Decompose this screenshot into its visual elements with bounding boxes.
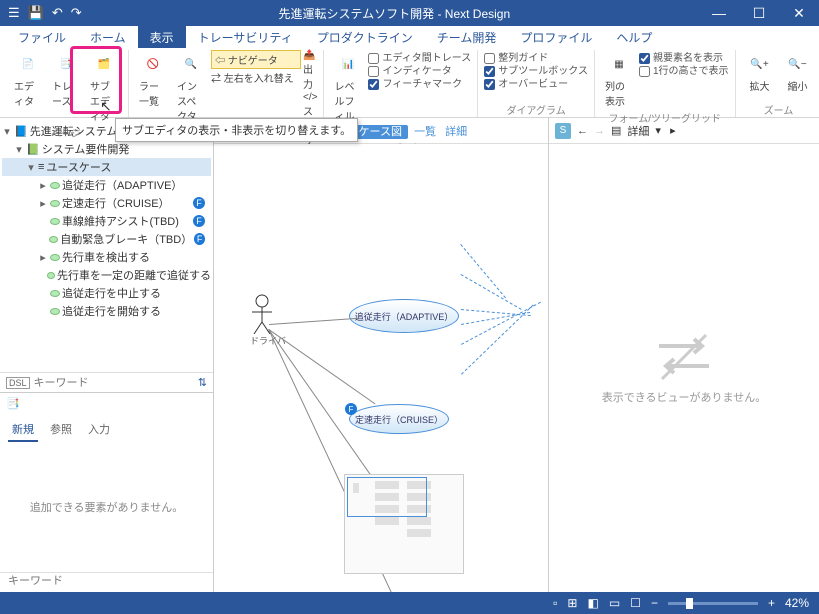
keyword-bar: DSL ⇅ [0, 372, 213, 392]
chk-editor-trace[interactable]: エディタ間トレース [368, 52, 471, 65]
zoom-out-button[interactable]: 🔍−縮小 [780, 50, 816, 95]
swap-button[interactable]: ⇄ 左右を入れ替え [211, 70, 301, 85]
zoom-slider[interactable] [668, 602, 758, 605]
chk-indicator[interactable]: インディケータ [368, 65, 471, 78]
zoom-in-icon[interactable]: + [768, 596, 775, 610]
menu-home[interactable]: ホーム [78, 26, 138, 48]
keyword-input-2[interactable] [8, 575, 205, 587]
menu-help[interactable]: ヘルプ [604, 26, 664, 48]
status-icon[interactable]: ⊞ [567, 596, 577, 610]
menu-profile[interactable]: プロファイル [508, 26, 604, 48]
menu-view[interactable]: 表示 [138, 26, 186, 48]
editor-label: エディタ [14, 78, 42, 108]
error-list-button[interactable]: 🚫ラー一覧 [135, 50, 171, 178]
tabs-lower: 新規 参照 入力 [0, 414, 213, 442]
status-icon[interactable]: ◧ [587, 596, 598, 610]
menu-bar: ファイル ホーム 表示 トレーサビリティ プロダクトライン チーム開発 プロファ… [0, 26, 819, 48]
status-icon[interactable]: ☐ [630, 596, 641, 610]
tab-ref[interactable]: 参照 [46, 418, 76, 442]
save-icon[interactable]: 💾 [28, 5, 44, 21]
diagram-canvas[interactable]: ドライバ 追従走行（ADAPTIVE） F 定速走行（CRUISE） [214, 144, 548, 592]
minimize-button[interactable]: — [699, 0, 739, 26]
sub-nav-back[interactable]: ← [577, 125, 588, 137]
empty-add-msg: 追加できる要素がありません。 [0, 442, 213, 572]
chk-one-row[interactable]: 1行の高さで表示 [639, 65, 729, 78]
editor-button[interactable]: 📄エディタ [10, 50, 46, 125]
undo-icon[interactable]: ↶ [52, 5, 63, 21]
left-panel: ▾📘 先進運転システムソフト開発 ▾📗 システム要件開発 ▾≡ ユースケース ▸… [0, 118, 214, 592]
ribbon: 📄エディタ 📑トレース 🗂️サブエディタ ページ 🚫ラー一覧 🔍インスペクタ ⇦… [0, 48, 819, 118]
menu-team[interactable]: チーム開発 [425, 26, 509, 48]
chk-subtoolbox[interactable]: サブツールボックス [484, 65, 588, 78]
chk-overview[interactable]: オーバービュー [484, 78, 588, 91]
tooltip: サブエディタの表示・非表示を切り替えます。 [115, 118, 358, 142]
tree-item[interactable]: 自動緊急ブレーキ（TBD）F [2, 230, 211, 248]
redo-icon[interactable]: ↷ [71, 5, 82, 21]
trace-button[interactable]: 📑トレース [48, 50, 84, 125]
no-view-panel: 表示できるビューがありません。 [549, 144, 819, 592]
menu-trace[interactable]: トレーサビリティ [186, 26, 305, 48]
inspector-button[interactable]: 🔍インスペクタ [173, 50, 209, 178]
keyword-input[interactable] [34, 377, 194, 389]
status-icon[interactable]: ▭ [609, 596, 620, 610]
menu-file[interactable]: ファイル [6, 26, 78, 48]
output-button[interactable]: 📤 出力 [303, 50, 317, 91]
tree-item[interactable]: ▸ 追従走行（ADAPTIVE） [2, 176, 211, 194]
tab-icon[interactable]: 📑 [0, 393, 213, 414]
overview-panel[interactable] [344, 474, 464, 574]
group-page: ページ [51, 125, 81, 140]
tree-item[interactable]: 追従走行を開始する [2, 302, 211, 320]
window-title: 先進運転システムソフト開発 - Next Design [90, 5, 699, 22]
app-menu-icon[interactable]: ☰ [8, 5, 20, 21]
sub-list-icon[interactable]: ▤ [611, 124, 621, 137]
tree-item[interactable]: 先行車を一定の距離で追従する [2, 266, 211, 284]
dsl-icon: DSL [6, 377, 30, 389]
sub-nav-fwd[interactable]: → [594, 125, 605, 137]
menu-product[interactable]: プロダクトライン [305, 26, 425, 48]
title-bar: ☰ 💾 ↶ ↷ 先進運転システムソフト開発 - Next Design — ☐ … [0, 0, 819, 26]
maximize-button[interactable]: ☐ [739, 0, 779, 26]
status-bar: ▫ ⊞ ◧ ▭ ☐ − + 42% [0, 592, 819, 614]
usecase-1[interactable]: 追従走行（ADAPTIVE） [349, 299, 459, 333]
zoom-in-button[interactable]: 🔍+拡大 [742, 50, 778, 95]
zoom-out-icon[interactable]: − [651, 596, 658, 610]
tab-input[interactable]: 入力 [84, 418, 114, 442]
s-badge: S [555, 123, 571, 139]
tree-item[interactable]: ▸ 定速走行（CRUISE）F [2, 194, 211, 212]
feature-badge: F [345, 403, 357, 415]
zoom-percent: 42% [785, 596, 809, 610]
filter-icon[interactable]: ⇅ [198, 376, 207, 389]
navigator-button[interactable]: ⇦ ナビゲータ [211, 50, 301, 69]
cursor-icon: ↖ [100, 98, 112, 115]
tree-item[interactable]: 車線維持アシスト(TBD)F [2, 212, 211, 230]
actor[interactable]: ドライバ [250, 294, 286, 347]
chk-parent-name[interactable]: 親要素名を表示 [639, 52, 729, 65]
usecase-2[interactable]: F 定速走行（CRUISE） [349, 404, 449, 434]
chk-align-guide[interactable]: 整列ガイド [484, 52, 588, 65]
tree-item[interactable]: ▸ 先行車を検出する [2, 248, 211, 266]
tree-item[interactable]: 追従走行を中止する [2, 284, 211, 302]
status-icon[interactable]: ▫ [553, 596, 557, 610]
close-button[interactable]: ✕ [779, 0, 819, 26]
trace-label: トレース [52, 78, 80, 108]
chk-feature-mark[interactable]: フィーチャマーク [368, 78, 471, 91]
tab-new[interactable]: 新規 [8, 418, 38, 442]
column-show-button[interactable]: ▦列の表示 [601, 50, 637, 110]
